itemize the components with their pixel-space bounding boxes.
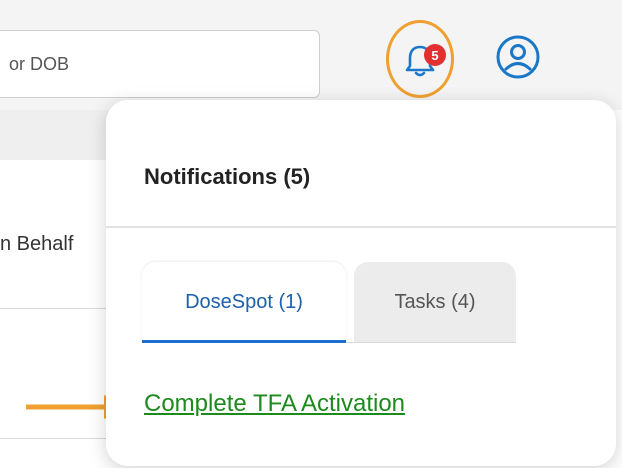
active-tab-indicator — [142, 340, 346, 343]
background-behalf-text: n Behalf — [0, 233, 74, 255]
search-field[interactable] — [0, 30, 320, 98]
background-divider — [0, 438, 120, 439]
tab-dosespot[interactable]: DoseSpot (1) — [142, 262, 346, 342]
top-bar: 5 — [0, 0, 622, 110]
notifications-button[interactable]: 5 — [386, 20, 454, 98]
tab-tasks[interactable]: Tasks (4) — [354, 262, 516, 342]
notification-count-badge: 5 — [424, 44, 446, 66]
notifications-dropdown: Notifications (5) DoseSpot (1) Tasks (4)… — [106, 100, 616, 466]
header-divider — [106, 226, 616, 228]
notifications-title: Notifications (5) — [144, 164, 311, 189]
user-circle-icon[interactable] — [495, 34, 541, 80]
search-input[interactable] — [7, 52, 291, 76]
notification-link-complete-tfa[interactable]: Complete TFA Activation — [144, 390, 405, 418]
background-divider — [0, 308, 120, 309]
